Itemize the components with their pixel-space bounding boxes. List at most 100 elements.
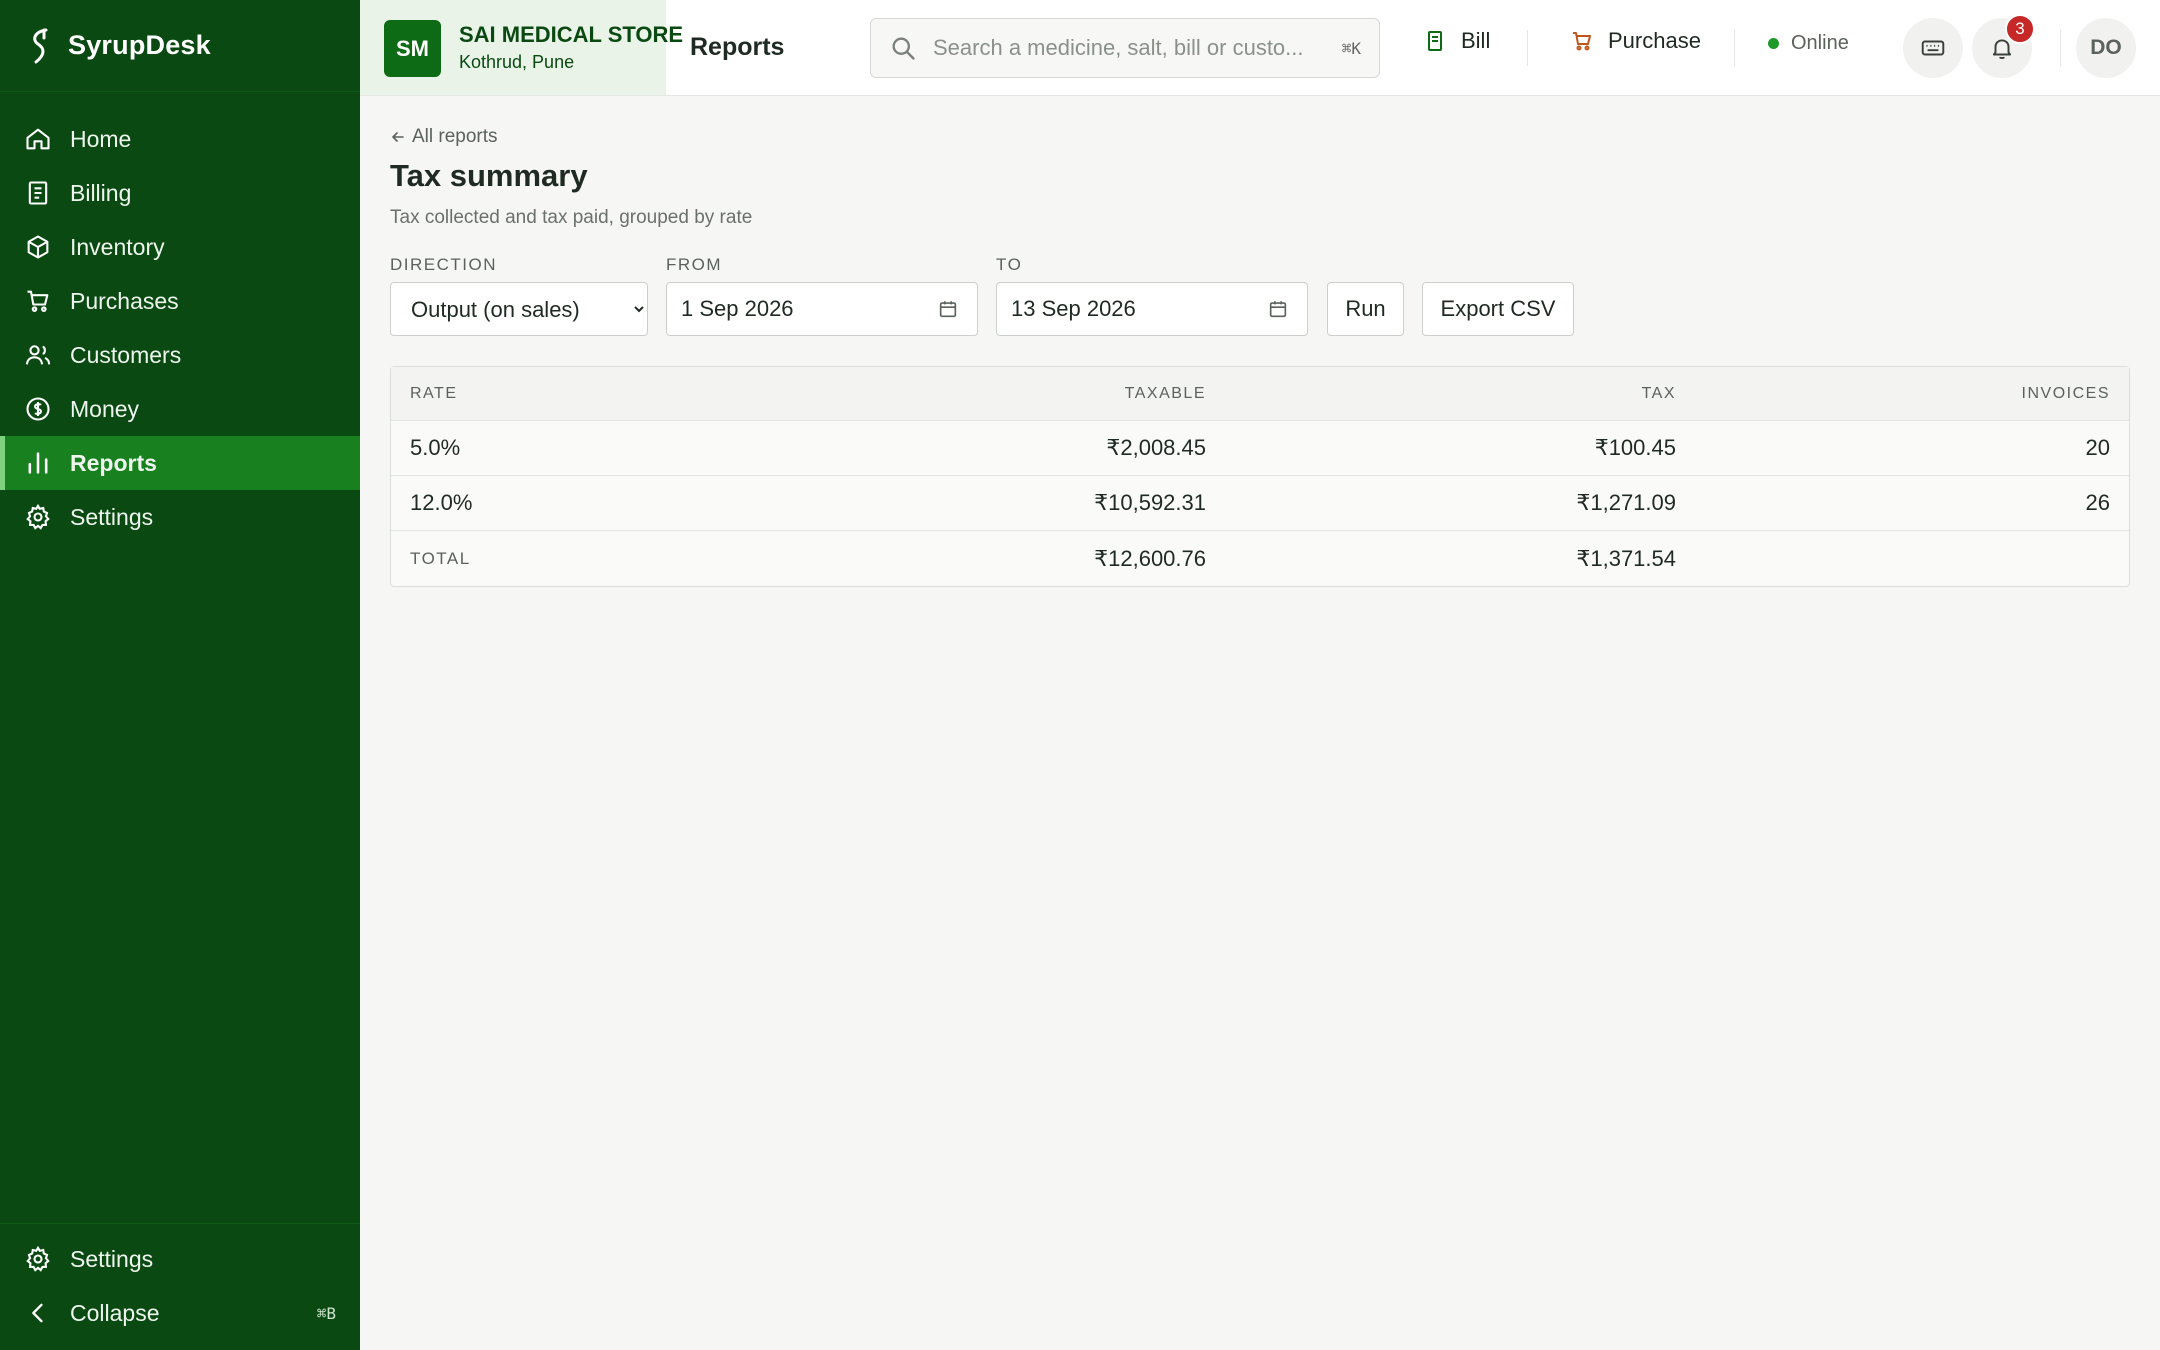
new-bill-button[interactable]: Bill: [1423, 28, 1490, 54]
column-header-rate: RATE: [410, 384, 458, 402]
back-label: All reports: [412, 126, 498, 147]
sidebar-item-settings[interactable]: Settings: [0, 490, 360, 544]
gear-icon: [26, 1245, 50, 1272]
table-row: 5.0% ₹2,008.45 ₹100.45 20: [391, 421, 2129, 476]
cell-taxable: ₹10,592.31: [1094, 490, 1206, 515]
from-label: FROM: [666, 255, 723, 274]
online-dot-icon: [1768, 38, 1779, 49]
user-avatar[interactable]: DO: [2076, 18, 2136, 78]
table-header: RATE TAXABLE TAX INVOICES: [391, 367, 2129, 421]
cell-rate: 12.0%: [410, 490, 473, 515]
export-csv-button[interactable]: Export CSV: [1422, 282, 1574, 336]
topbar-divider: [1734, 30, 1735, 66]
topbar-divider: [2060, 30, 2061, 66]
sidebar-footer: Settings Collapse ⌘B: [0, 1223, 360, 1350]
column-header-invoices: INVOICES: [2021, 384, 2110, 402]
notification-count-badge: 3: [2005, 14, 2035, 44]
tax-summary-table: RATE TAXABLE TAX INVOICES 5.0% ₹2,008.45…: [390, 366, 2130, 587]
home-icon: [26, 128, 50, 150]
sidebar-item-label: Home: [70, 125, 132, 152]
cell-rate: 5.0%: [410, 435, 461, 460]
notifications-button[interactable]: 3: [1972, 14, 2035, 78]
calendar-icon: [1269, 301, 1287, 318]
total-taxable: ₹12,600.76: [1094, 545, 1206, 571]
sidebar-item-label: Inventory: [70, 233, 165, 260]
bar-chart-icon: [28, 452, 48, 474]
store-switcher[interactable]: SM SAI MEDICAL STORE Kothrud, Pune: [360, 0, 683, 95]
topbar: SM SAI MEDICAL STORE Kothrud, Pune Repor…: [360, 0, 2160, 96]
sidebar-item-label: Purchases: [70, 287, 179, 314]
sidebar-item-billing[interactable]: Billing: [0, 166, 360, 220]
status-label: Online: [1791, 32, 1849, 54]
table-row: 12.0% ₹10,592.31 ₹1,271.09 26: [391, 476, 2129, 531]
cell-invoices: 26: [2085, 490, 2110, 515]
sidebar-footer-settings[interactable]: Settings: [0, 1232, 360, 1286]
direction-select-wrapper: Output (on sales): [390, 282, 648, 336]
sidebar-item-label: Reports: [70, 449, 157, 476]
sidebar-item-label: Collapse: [70, 1299, 160, 1326]
cell-invoices: 20: [2085, 435, 2110, 460]
sidebar-item-money[interactable]: Money: [0, 382, 360, 436]
users-icon: [25, 345, 51, 365]
app-name: SyrupDesk: [68, 30, 211, 60]
table-total-row: TOTAL ₹12,600.76 ₹1,371.54: [391, 531, 2129, 586]
back-to-reports-link[interactable]: All reports: [390, 126, 498, 148]
from-date-value: 1 Sep 2026: [681, 296, 794, 321]
gear-icon: [26, 503, 50, 530]
from-date-input[interactable]: 1 Sep 2026: [666, 282, 978, 336]
sidebar-item-label: Billing: [70, 179, 132, 206]
search-icon: [892, 37, 915, 60]
keyboard-icon: [1921, 40, 1945, 56]
sidebar-item-customers[interactable]: Customers: [0, 328, 360, 382]
sidebar-nav: Home Billing Inventory Purchases Custome…: [0, 92, 360, 544]
sidebar-item-label: Customers: [70, 341, 182, 368]
sidebar-item-label: Settings: [70, 1245, 154, 1272]
cart-icon: [27, 290, 49, 312]
connection-status: Online: [1768, 32, 1849, 55]
sidebar-item-purchases[interactable]: Purchases: [0, 274, 360, 328]
store-avatar: SM: [384, 20, 441, 77]
receipt-icon: [1428, 31, 1442, 51]
to-date-value: 13 Sep 2026: [1011, 296, 1136, 321]
user-initials: DO: [2090, 36, 2122, 59]
sidebar-item-home[interactable]: Home: [0, 112, 360, 166]
store-name: SAI MEDICAL STORE: [459, 22, 684, 47]
cart-icon: [1573, 32, 1591, 51]
to-label: TO: [996, 255, 1023, 274]
sidebar-item-inventory[interactable]: Inventory: [0, 220, 360, 274]
store-location: Kothrud, Pune: [459, 52, 575, 72]
box-icon: [27, 235, 49, 259]
syrupdesk-logo-icon: [33, 28, 48, 63]
sidebar-item-label: Settings: [70, 503, 154, 530]
total-tax: ₹1,371.54: [1576, 545, 1676, 571]
arrow-left-icon: [392, 132, 404, 142]
column-header-tax: TAX: [1641, 384, 1676, 402]
total-label: TOTAL: [410, 548, 471, 568]
cell-tax: ₹1,271.09: [1576, 490, 1676, 515]
cell-taxable: ₹2,008.45: [1106, 435, 1206, 460]
purchase-label: Purchase: [1608, 28, 1701, 53]
collapse-shortcut: ⌘B: [316, 1303, 336, 1323]
run-button[interactable]: Run: [1327, 282, 1404, 336]
search-input[interactable]: [933, 35, 1313, 61]
main-content: All reports Tax summary Tax collected an…: [360, 96, 2160, 1350]
direction-select[interactable]: Output (on sales): [391, 283, 647, 335]
page-subtitle: Tax collected and tax paid, grouped by r…: [390, 207, 753, 228]
keyboard-shortcuts-button[interactable]: [1903, 18, 1963, 78]
currency-icon: [26, 397, 50, 421]
cell-tax: ₹100.45: [1594, 435, 1676, 460]
chevron-left-icon: [32, 1303, 43, 1323]
collapse-sidebar-button[interactable]: Collapse ⌘B: [0, 1286, 360, 1340]
topbar-divider: [1527, 30, 1528, 66]
new-purchase-button[interactable]: Purchase: [1570, 28, 1701, 54]
sidebar-item-label: Money: [70, 395, 140, 422]
search-shortcut: ⌘K: [1341, 38, 1361, 58]
sidebar-item-reports[interactable]: Reports: [0, 436, 360, 490]
direction-label: DIRECTION: [390, 255, 497, 274]
brand[interactable]: SyrupDesk: [0, 0, 360, 92]
calendar-icon: [939, 301, 957, 318]
topbar-title: Reports: [690, 33, 785, 61]
bill-label: Bill: [1461, 28, 1491, 53]
global-search[interactable]: ⌘K: [870, 18, 1380, 78]
to-date-input[interactable]: 13 Sep 2026: [996, 282, 1308, 336]
